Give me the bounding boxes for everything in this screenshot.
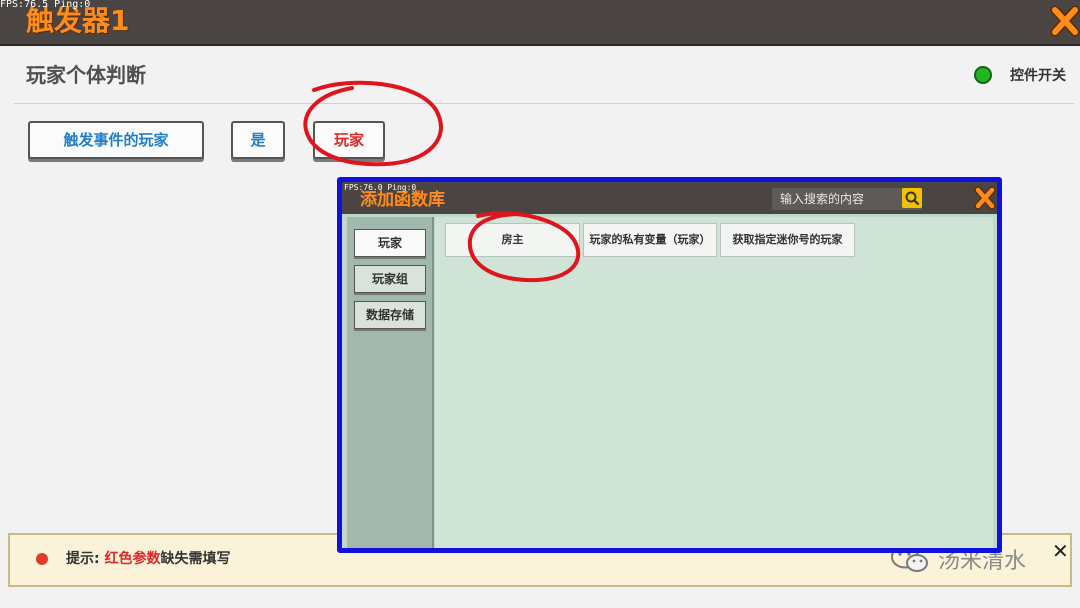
section-title: 玩家个体判断: [26, 63, 146, 87]
value-button[interactable]: 玩家: [313, 121, 385, 159]
fps-readout: FPS:76.5 Ping:0: [0, 0, 91, 10]
hint-highlight: 红色参数: [104, 551, 161, 567]
search-icon[interactable]: [902, 188, 922, 208]
divider: [14, 103, 1074, 104]
dialog-header: 添加函数库 输入搜索的内容: [342, 182, 997, 214]
control-toggle[interactable]: [974, 66, 992, 84]
function-host[interactable]: 房主: [445, 223, 580, 257]
hint-suffix: 缺失需填写: [160, 551, 231, 567]
category-player[interactable]: 玩家: [354, 229, 426, 257]
search-input[interactable]: 输入搜索的内容: [772, 188, 922, 210]
function-library-dialog: 添加函数库 输入搜索的内容 FPS:76.0 Ping:0 玩家 玩家组 数据存…: [337, 177, 1002, 553]
subject-button[interactable]: 触发事件的玩家: [28, 121, 204, 159]
title-bar: 触发器1: [0, 0, 1080, 46]
category-sidebar: 玩家 玩家组 数据存储: [347, 217, 434, 548]
function-list: 房主 玩家的私有变量（玩家） 获取指定迷你号的玩家: [435, 217, 993, 548]
control-toggle-label: 控件开关: [1010, 68, 1066, 84]
function-player-by-mini-id[interactable]: 获取指定迷你号的玩家: [720, 223, 855, 257]
category-data-storage[interactable]: 数据存储: [354, 301, 426, 329]
operator-button[interactable]: 是: [231, 121, 285, 159]
hint-prefix: 提示:: [66, 551, 105, 567]
hint-text: 提示: 红色参数缺失需填写: [66, 548, 230, 570]
warning-dot-icon: [36, 553, 48, 565]
function-player-private-var[interactable]: 玩家的私有变量（玩家）: [583, 223, 717, 257]
category-player-group[interactable]: 玩家组: [354, 265, 426, 293]
close-x-icon[interactable]: [974, 185, 996, 211]
fps-readout-dialog: FPS:76.0 Ping:0: [344, 183, 417, 192]
close-x-icon[interactable]: [1050, 4, 1080, 38]
close-icon[interactable]: ✕: [1052, 541, 1069, 561]
